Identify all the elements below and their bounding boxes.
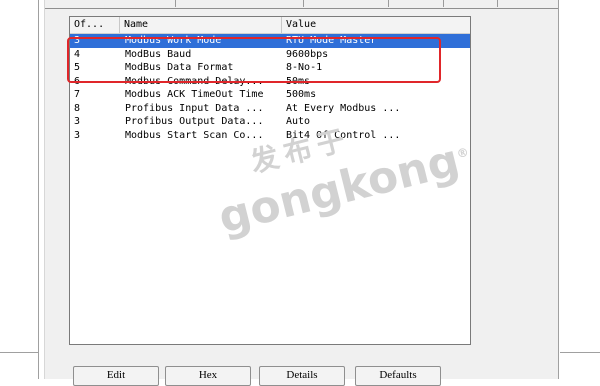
edit-button[interactable]: Edit xyxy=(73,366,159,386)
tab-separator xyxy=(175,0,176,7)
list-header: Of... Name Value xyxy=(70,17,470,34)
defaults-button[interactable]: Defaults xyxy=(355,366,441,386)
cell-name: Modbus ACK TimeOut Time xyxy=(125,89,264,100)
cell-name: Modbus Start Scan Co... xyxy=(125,129,264,141)
right-border-line xyxy=(558,0,559,379)
cell-name: Profibus Output Data... xyxy=(125,116,264,127)
left-border-line xyxy=(38,0,39,379)
right-window-edge xyxy=(558,0,600,379)
column-header-value[interactable]: Value xyxy=(282,17,470,33)
cell-value: At Every Modbus ... xyxy=(286,102,401,114)
column-header-name[interactable]: Name xyxy=(120,17,282,33)
cell-offset: 7 xyxy=(74,89,81,100)
left-window-edge xyxy=(0,0,44,379)
tab-strip xyxy=(45,0,559,9)
cell-name: Profibus Input Data ... xyxy=(125,102,264,114)
cell-value: Bit4 Of Control ... xyxy=(286,129,401,141)
cell-value: 500ms xyxy=(286,89,317,100)
list-item[interactable]: 3 Modbus Start Scan Co... Bit4 Of Control … xyxy=(70,129,470,143)
list-item[interactable]: 3 Profibus Output Data... Auto xyxy=(70,115,470,129)
list-item[interactable]: 8 Profibus Input Data ... At Every Modbus … xyxy=(70,102,470,116)
column-header-offset[interactable]: Of... xyxy=(70,17,120,33)
tab-separator xyxy=(497,0,498,7)
hex-button[interactable]: Hex xyxy=(165,366,251,386)
cell-offset: 8 xyxy=(74,102,81,114)
tab-separator xyxy=(303,0,304,7)
right-bottom-line xyxy=(560,352,600,353)
cell-offset: 3 xyxy=(74,116,81,127)
list-item[interactable]: 7 Modbus ACK TimeOut Time 500ms xyxy=(70,88,470,102)
details-button[interactable]: Details xyxy=(259,366,345,386)
left-bottom-line xyxy=(0,352,38,353)
cell-offset: 3 xyxy=(74,129,81,141)
tab-separator xyxy=(388,0,389,7)
cell-value: Auto xyxy=(286,116,311,127)
tab-separator xyxy=(443,0,444,7)
annotation-highlight-box xyxy=(67,37,441,83)
